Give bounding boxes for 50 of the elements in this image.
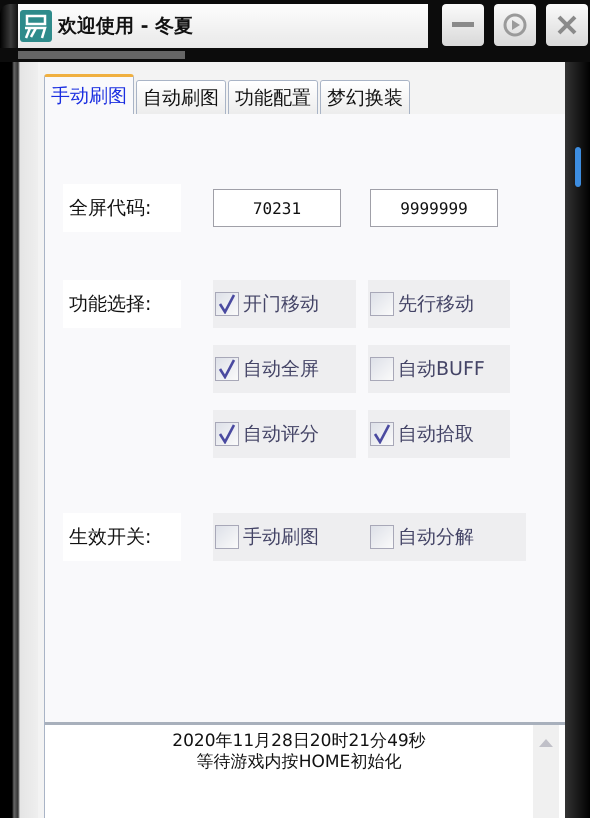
app-logo-icon — [20, 10, 52, 42]
checkbox-label: 自动全屏 — [243, 357, 319, 382]
checkbox-label: 自动BUFF — [398, 357, 485, 382]
play-icon — [502, 12, 528, 38]
check-icon — [373, 424, 391, 444]
checkbox-box[interactable] — [215, 292, 239, 316]
checkbox[interactable]: 先行移动 — [368, 280, 510, 328]
checkbox-label: 先行移动 — [398, 292, 474, 317]
checkbox-box[interactable] — [370, 292, 394, 316]
checkbox-label: 自动分解 — [398, 525, 474, 550]
minimize-icon — [452, 22, 474, 28]
checkbox-box[interactable] — [370, 357, 394, 381]
field-label: 全屏代码: — [63, 184, 181, 232]
checkbox-label: 自动评分 — [243, 422, 319, 447]
checkbox-box[interactable] — [215, 357, 239, 381]
checkbox-box[interactable] — [370, 525, 394, 549]
checkbox-label: 手动刷图 — [243, 525, 319, 550]
checkbox-label: 开门移动 — [243, 292, 319, 317]
tab[interactable]: 手动刷图 — [44, 74, 134, 114]
field-label: 功能选择: — [63, 280, 181, 328]
checkbox[interactable]: 自动评分 — [213, 410, 356, 458]
play-button[interactable] — [494, 4, 536, 46]
window-frame — [0, 4, 18, 48]
checkbox-box[interactable] — [370, 422, 394, 446]
tab[interactable]: 梦幻换装 — [320, 80, 410, 114]
checkbox-label: 自动拾取 — [398, 422, 474, 447]
check-icon — [218, 424, 236, 444]
log-line: 等待游戏内按HOME初始化 — [196, 752, 402, 773]
field-label: 生效开关: — [63, 513, 181, 561]
checkbox-box[interactable] — [215, 422, 239, 446]
minimize-button[interactable] — [442, 4, 484, 46]
log-line: 2020年11月28日20时21分49秒 — [172, 731, 426, 752]
checkbox[interactable]: 自动全屏 — [213, 345, 356, 393]
side-indicator — [574, 147, 580, 187]
check-icon — [218, 359, 236, 379]
check-icon — [218, 294, 236, 314]
checkbox[interactable]: 自动BUFF — [368, 345, 510, 393]
code-field[interactable]: 70231 — [213, 189, 341, 227]
checkbox[interactable]: 自动分解 — [368, 513, 526, 561]
checkbox-box[interactable] — [215, 525, 239, 549]
scrollbar[interactable] — [533, 725, 559, 818]
checkbox[interactable]: 开门移动 — [213, 280, 356, 328]
checkbox[interactable]: 自动拾取 — [368, 410, 510, 458]
window-title: 欢迎使用 - 冬夏 — [58, 14, 194, 39]
tab[interactable]: 自动刷图 — [136, 80, 226, 114]
scroll-up-icon — [539, 739, 553, 747]
code-field[interactable]: 9999999 — [370, 189, 498, 227]
tab[interactable]: 功能配置 — [228, 80, 318, 114]
close-icon — [557, 15, 577, 35]
close-button[interactable] — [546, 4, 588, 46]
